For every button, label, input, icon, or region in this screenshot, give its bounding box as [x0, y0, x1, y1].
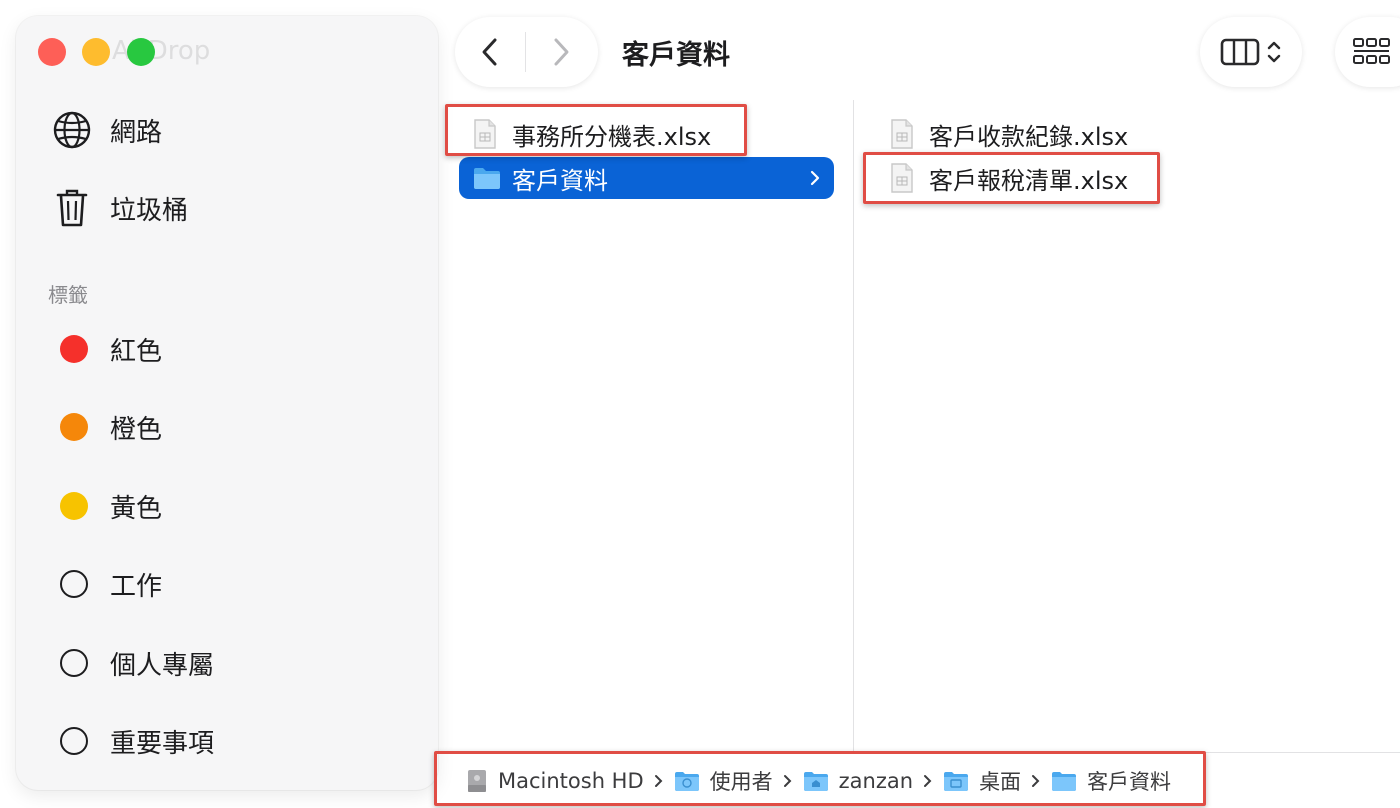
- view-mode-button[interactable]: [1200, 17, 1302, 87]
- document-icon: [891, 119, 913, 149]
- yellow-tag-dot: [60, 492, 88, 520]
- orange-tag-dot: [60, 413, 88, 441]
- highlight-box-extension-file: [445, 104, 747, 156]
- sidebar-tag-label: 黃色: [110, 493, 163, 524]
- sidebar-tag-label: 紅色: [110, 336, 163, 367]
- sidebar-tag-label: 重要事項: [110, 728, 215, 759]
- finder-window: AirDrop 網路 垃圾桶 標籤 紅色 橙色 黃色 工作 個人專屬 重要事項 …: [0, 0, 1400, 808]
- empty-tag-circle: [60, 570, 88, 598]
- chevron-updown-icon: [1267, 41, 1281, 63]
- forward-button[interactable]: [526, 17, 596, 87]
- sidebar-item-label: 垃圾桶: [110, 195, 189, 226]
- highlight-box-tax-list-file: [863, 152, 1160, 204]
- sidebar-tag-personal[interactable]: 個人專屬: [52, 643, 214, 683]
- window-title: 客戶資料: [622, 40, 730, 71]
- sidebar-tag-label: 橙色: [110, 414, 163, 445]
- sidebar-tag-work[interactable]: 工作: [52, 564, 162, 604]
- sidebar-item-label: 網路: [110, 117, 163, 148]
- empty-tag-circle: [60, 727, 88, 755]
- chevron-right-icon: [554, 38, 569, 66]
- back-button[interactable]: [455, 17, 525, 87]
- sidebar-tag-orange[interactable]: 橙色: [52, 407, 162, 447]
- minimize-window-button[interactable]: [82, 38, 110, 66]
- sidebar-tag-yellow[interactable]: 黃色: [52, 486, 162, 526]
- group-button[interactable]: [1335, 17, 1400, 87]
- trash-icon: [52, 188, 94, 228]
- empty-tag-circle: [60, 649, 88, 677]
- sidebar: AirDrop 網路 垃圾桶 標籤 紅色 橙色 黃色 工作 個人專屬 重要事項: [16, 16, 438, 790]
- folder-icon: [474, 168, 500, 189]
- column-divider[interactable]: [853, 100, 854, 752]
- grid-icon: [1353, 38, 1390, 64]
- back-forward-control: [455, 17, 598, 87]
- file-row[interactable]: 客戶收款紀錄.xlsx: [889, 113, 1149, 155]
- chevron-left-icon: [482, 38, 497, 66]
- sidebar-tag-label: 工作: [110, 571, 163, 602]
- file-name: 客戶收款紀錄.xlsx: [929, 122, 1129, 151]
- red-tag-dot: [60, 335, 88, 363]
- close-window-button[interactable]: [38, 38, 66, 66]
- sidebar-item-network[interactable]: 網路: [52, 110, 162, 150]
- sidebar-tag-red[interactable]: 紅色: [52, 329, 162, 369]
- globe-icon: [52, 110, 94, 150]
- column-view-icon: [1220, 38, 1260, 66]
- sidebar-item-trash[interactable]: 垃圾桶: [52, 188, 188, 228]
- zoom-window-button[interactable]: [127, 38, 155, 66]
- highlight-box-path-bar: [434, 751, 1206, 806]
- chevron-right-icon: [810, 170, 820, 186]
- folder-row-selected[interactable]: 客戶資料: [459, 157, 834, 199]
- sidebar-tag-label: 個人專屬: [110, 650, 215, 681]
- folder-name: 客戶資料: [512, 166, 608, 195]
- tags-section-heading: 標籤: [48, 283, 88, 307]
- sidebar-tag-important[interactable]: 重要事項: [52, 721, 214, 761]
